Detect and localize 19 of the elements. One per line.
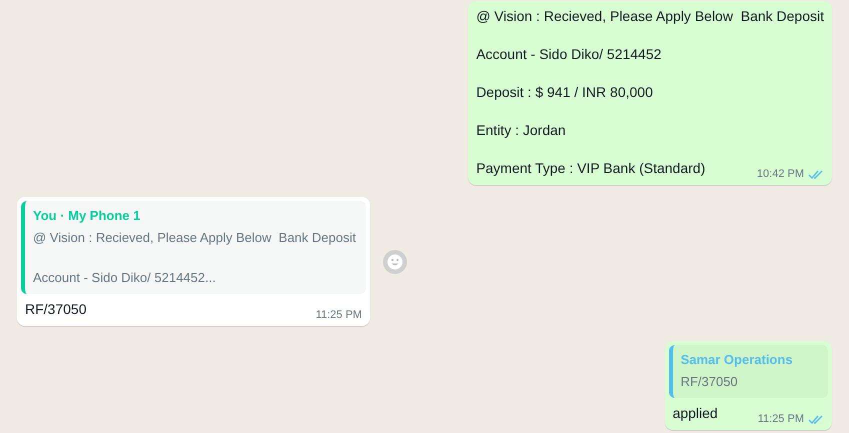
quote-author: You · My Phone 1 (33, 207, 142, 225)
message-time: 10:42 PM (756, 167, 804, 182)
quoted-message[interactable]: You · My Phone 1 @ Vision : Recieved, Please Apply Below Bank Deposit Account - Sido Diko/ 5214452... (21, 201, 366, 294)
quote-text: Account - Sido Diko/ 5214452... (33, 269, 217, 287)
message-text: RF/37050 (25, 300, 86, 319)
message-time: 11:25 PM (758, 412, 804, 427)
message-text: Entity : Jordan (476, 122, 566, 138)
smiley-icon (386, 254, 403, 270)
message-text: applied (672, 404, 718, 423)
quote-text: RF/37050 (680, 373, 739, 391)
message-time: 11:25 PM (316, 308, 362, 323)
message-text: Payment Type : VIP Bank (Standard) (476, 159, 706, 178)
emoji-react-button[interactable] (382, 250, 407, 274)
quote-text: @ Vision : Recieved, Please Apply Below Bank Deposit (33, 229, 356, 247)
quoted-message[interactable]: Samar Operations RF/37050 (668, 345, 828, 398)
message-text: Deposit : $ 941 / INR 80,000 (476, 84, 653, 100)
message-text: Account - Sido Diko/ 5214452 (476, 46, 662, 62)
message-text: @ Vision : Recieved, Please Apply Below Bank Deposit (476, 8, 824, 24)
quote-author: Samar Operations (680, 351, 794, 369)
